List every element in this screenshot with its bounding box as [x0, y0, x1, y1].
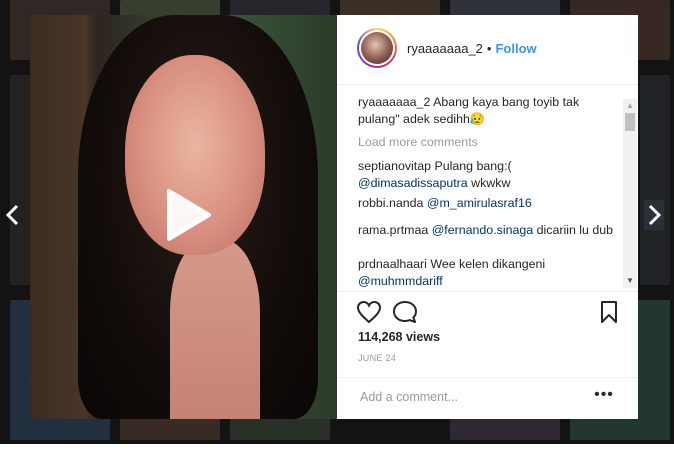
- post-date[interactable]: JUNE 24: [358, 353, 396, 363]
- save-button[interactable]: [599, 300, 619, 329]
- scroll-down-arrow-icon[interactable]: ▼: [623, 274, 637, 288]
- scroll-thumb[interactable]: [625, 113, 635, 131]
- comment-mention[interactable]: @fernando.sinaga: [432, 223, 533, 237]
- comment-item: robbi.nanda @m_amirulasraf16: [358, 195, 620, 212]
- next-post-button[interactable]: [644, 200, 664, 230]
- bookmark-icon: [601, 301, 617, 323]
- caption-username[interactable]: ryaaaaaaa_2: [358, 95, 430, 109]
- more-options-button[interactable]: •••: [593, 387, 615, 406]
- comment-icon: [393, 301, 417, 323]
- comment-text: Pulang bang:(: [434, 159, 512, 173]
- separator-dot: •: [486, 41, 492, 56]
- comment-button[interactable]: [392, 300, 418, 329]
- heart-icon: [356, 300, 382, 324]
- play-icon: [167, 189, 211, 241]
- comment-username[interactable]: robbi.nanda: [358, 196, 423, 210]
- post-username[interactable]: ryaaaaaaa_2: [407, 41, 483, 56]
- comment-item: rama.prtmaa @fernando.sinaga dicariin lu…: [358, 222, 620, 239]
- like-button[interactable]: [356, 300, 382, 329]
- add-comment-input[interactable]: [358, 389, 592, 405]
- comment-mention[interactable]: @dimasadissaputra: [358, 176, 468, 190]
- post-modal: ryaaaaaaa_2 • Follow ryaaaaaaa_2 Abang kay…: [30, 15, 638, 419]
- scroll-up-arrow-icon[interactable]: ▲: [623, 99, 637, 113]
- page-footer-strip: [0, 444, 674, 457]
- comments-list[interactable]: ryaaaaaaa_2 Abang kaya bang toyib tak pu…: [337, 85, 638, 290]
- comment-mention[interactable]: @m_amirulasraf16: [427, 196, 532, 210]
- post-video[interactable]: [30, 15, 337, 419]
- comment-text-after: dicariin lu dub: [536, 223, 614, 237]
- previous-post-button[interactable]: [3, 200, 23, 230]
- add-comment-bar: •••: [337, 377, 638, 420]
- views-count[interactable]: 114,268 views: [358, 330, 440, 344]
- post-details-panel: ryaaaaaaa_2 • Follow ryaaaaaaa_2 Abang kay…: [337, 15, 638, 419]
- comment-text-after: wkwkw: [471, 176, 511, 190]
- load-more-comments-button[interactable]: Load more comments: [358, 135, 478, 149]
- comment-text: Wee kelen dikangeni: [430, 257, 546, 271]
- post-header: ryaaaaaaa_2 • Follow: [337, 15, 638, 85]
- comment-username[interactable]: rama.prtmaa: [358, 223, 428, 237]
- comment-username[interactable]: prdnaalhaari: [358, 257, 427, 271]
- follow-button[interactable]: Follow: [495, 41, 536, 56]
- caption: ryaaaaaaa_2 Abang kaya bang toyib tak pu…: [358, 94, 620, 128]
- chevron-left-icon: [5, 204, 19, 226]
- comment-item: prdnaalhaari Wee kelen dikangeni @muhmmd…: [358, 256, 620, 290]
- comment-username[interactable]: septianovitap: [358, 159, 431, 173]
- avatar[interactable]: [357, 28, 397, 68]
- comment-mention[interactable]: @muhmmdariff: [358, 274, 443, 288]
- play-button[interactable]: [155, 185, 215, 245]
- chevron-right-icon: [648, 204, 662, 226]
- comments-scrollbar[interactable]: ▲ ▼: [623, 99, 637, 288]
- comment-item: septianovitap Pulang bang:( @dimasadissa…: [358, 158, 620, 192]
